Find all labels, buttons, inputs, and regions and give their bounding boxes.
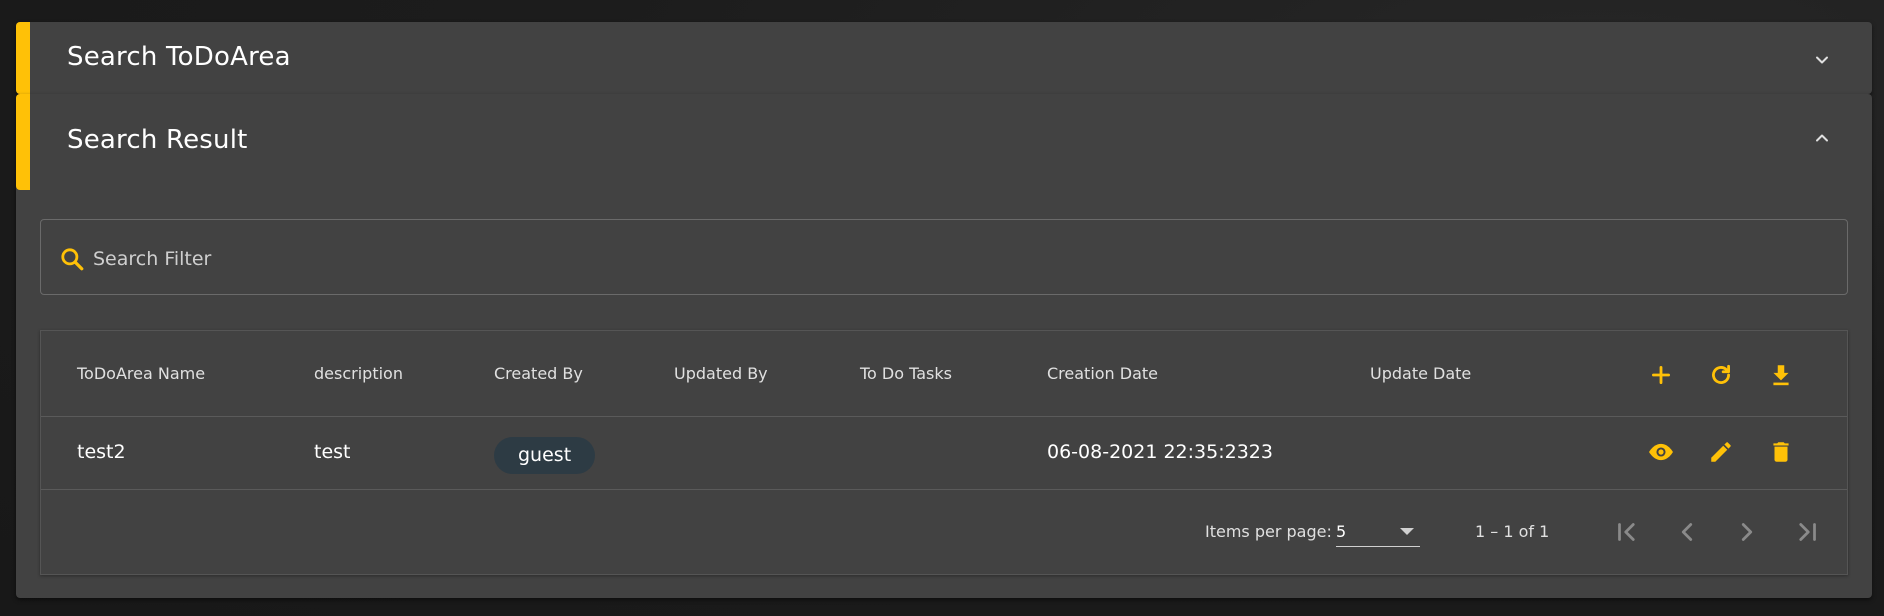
previous-page-icon[interactable]: [1672, 517, 1702, 547]
paginator: Items per page: 5 1 – 1 of 1: [41, 489, 1847, 575]
column-header-update-date[interactable]: Update Date: [1370, 364, 1471, 383]
column-header-updated-by[interactable]: Updated By: [674, 364, 768, 383]
search-panel-title: Search ToDoArea: [67, 42, 291, 72]
column-header-creation-date[interactable]: Creation Date: [1047, 364, 1158, 383]
table-header-row: ToDoArea Name description Created By Upd…: [41, 331, 1847, 417]
search-result-title: Search Result: [67, 125, 248, 155]
search-panel[interactable]: Search ToDoArea: [16, 22, 1872, 94]
dropdown-arrow-icon: [1400, 528, 1414, 535]
search-filter-input[interactable]: [91, 238, 1795, 280]
view-icon[interactable]: [1648, 439, 1674, 465]
column-header-description[interactable]: description: [314, 364, 403, 383]
search-icon: [59, 246, 85, 272]
items-per-page-label: Items per page:: [1205, 522, 1332, 541]
results-table: ToDoArea Name description Created By Upd…: [40, 330, 1848, 575]
last-page-icon[interactable]: [1792, 517, 1822, 547]
cell-creation-date: 06-08-2021 22:35:2323: [1047, 441, 1273, 463]
cell-description: test: [314, 441, 351, 463]
items-per-page-select[interactable]: 5: [1336, 516, 1420, 547]
panel-accent-bar: [16, 94, 30, 190]
chevron-down-icon[interactable]: [1812, 50, 1832, 70]
column-header-created-by[interactable]: Created By: [494, 364, 583, 383]
cell-name: test2: [77, 441, 126, 463]
next-page-icon[interactable]: [1732, 517, 1762, 547]
panel-accent-bar: [16, 22, 30, 94]
page-range-label: 1 – 1 of 1: [1475, 522, 1550, 541]
column-header-name[interactable]: ToDoArea Name: [77, 364, 205, 383]
add-icon[interactable]: [1648, 362, 1674, 388]
download-icon[interactable]: [1768, 362, 1794, 388]
first-page-icon[interactable]: [1612, 517, 1642, 547]
table-row[interactable]: test2 test guest 06-08-2021 22:35:2323: [41, 416, 1847, 490]
search-filter-field[interactable]: [40, 219, 1848, 295]
delete-icon[interactable]: [1768, 439, 1794, 465]
refresh-icon[interactable]: [1708, 362, 1734, 388]
edit-icon[interactable]: [1708, 439, 1734, 465]
column-header-todo-tasks[interactable]: To Do Tasks: [860, 364, 952, 383]
created-by-chip: guest: [494, 437, 596, 474]
items-per-page-value: 5: [1336, 522, 1347, 541]
chevron-up-icon[interactable]: [1812, 128, 1832, 148]
